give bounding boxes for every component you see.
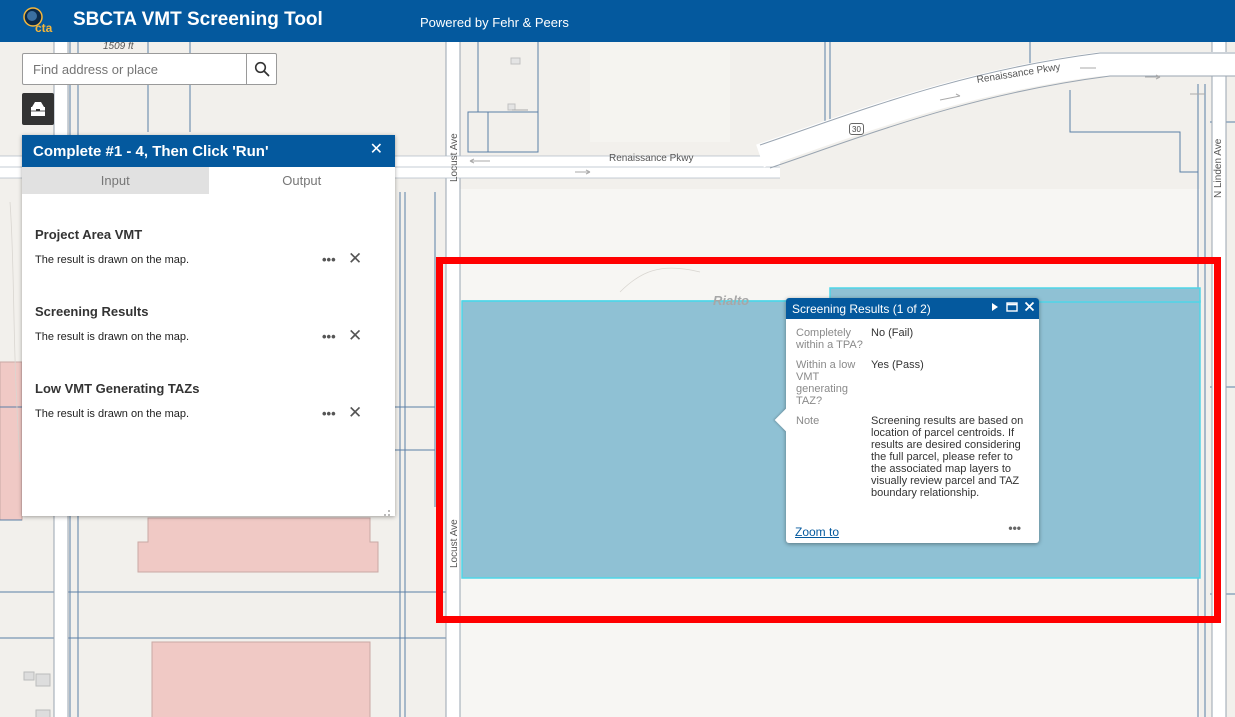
attribute-row: Note Screening results are based on loca…	[796, 415, 1029, 499]
attribute-value: Yes (Pass)	[871, 359, 924, 371]
next-feature-icon[interactable]	[990, 302, 1000, 312]
result-text: The result is drawn on the map.	[35, 331, 190, 343]
popup-footer: Zoom to •••	[795, 521, 1029, 539]
tab-output[interactable]: Output	[208, 167, 395, 194]
resize-grip-icon[interactable]	[383, 504, 391, 516]
attribute-label: Note	[796, 415, 820, 427]
popup-attributes: Completely within a TPA? No (Fail) Withi…	[786, 319, 1039, 499]
remove-result-icon[interactable]: ✕	[348, 404, 362, 421]
app-title: SBCTA VMT Screening Tool	[73, 9, 323, 30]
sbcta-logo: cta	[20, 4, 64, 38]
panel-close-icon[interactable]: ✕	[370, 142, 383, 158]
remove-result-icon[interactable]: ✕	[348, 327, 362, 344]
panel-title: Complete #1 - 4, Then Click 'Run'	[33, 142, 269, 160]
popup-more-icon[interactable]: •••	[1008, 521, 1021, 535]
search-input[interactable]	[23, 54, 247, 84]
attribute-row: Within a low VMT generating TAZ? Yes (Pa…	[796, 359, 1029, 407]
popup-close-icon[interactable]	[1024, 301, 1035, 312]
place-label-rialto: Rialto	[713, 293, 750, 308]
logo-text: cta	[35, 21, 53, 35]
attribute-label: Completely within a TPA?	[796, 327, 863, 351]
result-text: The result is drawn on the map.	[35, 408, 190, 420]
street-label-linden-upper: N Linden Ave	[1213, 138, 1224, 198]
more-options-icon[interactable]: •••	[322, 329, 336, 344]
street-label-linden-lower: N Linden Ave	[1213, 528, 1223, 582]
screening-widget-panel: Complete #1 - 4, Then Click 'Run' ✕ Inpu…	[22, 135, 395, 516]
street-label-locust-upper: Locust Ave	[449, 133, 460, 182]
panel-tabs: Input Output	[22, 167, 395, 194]
result-title: Project Area VMT	[35, 227, 143, 242]
powered-by: Powered by Fehr & Peers	[420, 15, 569, 30]
tab-input[interactable]: Input	[22, 167, 209, 194]
zoom-to-link[interactable]: Zoom to	[795, 525, 839, 539]
attribute-row: Completely within a TPA? No (Fail)	[796, 327, 1029, 351]
attribute-label: Within a low VMT generating TAZ?	[796, 359, 856, 407]
widget-toggle-button[interactable]	[22, 93, 54, 125]
result-title: Low VMT Generating TAZs	[35, 381, 200, 396]
remove-result-icon[interactable]: ✕	[348, 250, 362, 267]
scale-label: 1509 ft	[103, 42, 134, 52]
results-list: Project Area VMT The result is drawn on …	[22, 194, 395, 425]
screening-results-popup: Screening Results (1 of 2) Completely wi…	[774, 298, 1039, 543]
result-title: Screening Results	[35, 304, 149, 319]
toolbox-icon	[31, 102, 45, 116]
street-label-renaissance-mid: Renaissance Pkwy	[609, 153, 694, 164]
result-text: The result is drawn on the map.	[35, 254, 190, 266]
highway-shield: 30	[849, 123, 864, 135]
popup-header: Screening Results (1 of 2)	[786, 298, 1039, 319]
result-item-screening-results: Screening Results The result is drawn on…	[35, 271, 382, 348]
popup-title: Screening Results (1 of 2)	[792, 301, 931, 316]
search-icon	[254, 61, 269, 77]
more-options-icon[interactable]: •••	[322, 252, 336, 267]
app-header: cta SBCTA VMT Screening Tool Powered by …	[0, 0, 1235, 42]
search-box	[22, 53, 277, 85]
maximize-icon[interactable]	[1006, 301, 1018, 312]
result-item-low-vmt-tazs: Low VMT Generating TAZs The result is dr…	[35, 348, 382, 425]
attribute-value: No (Fail)	[871, 327, 914, 339]
more-options-icon[interactable]: •••	[322, 406, 336, 421]
panel-title-bar: Complete #1 - 4, Then Click 'Run' ✕	[22, 135, 395, 167]
result-item-project-area-vmt: Project Area VMT The result is drawn on …	[35, 194, 382, 271]
street-label-locust-lower: Locust Ave	[449, 519, 460, 568]
attribute-value: Screening results are based on location …	[871, 415, 1024, 499]
search-button[interactable]	[246, 54, 276, 84]
